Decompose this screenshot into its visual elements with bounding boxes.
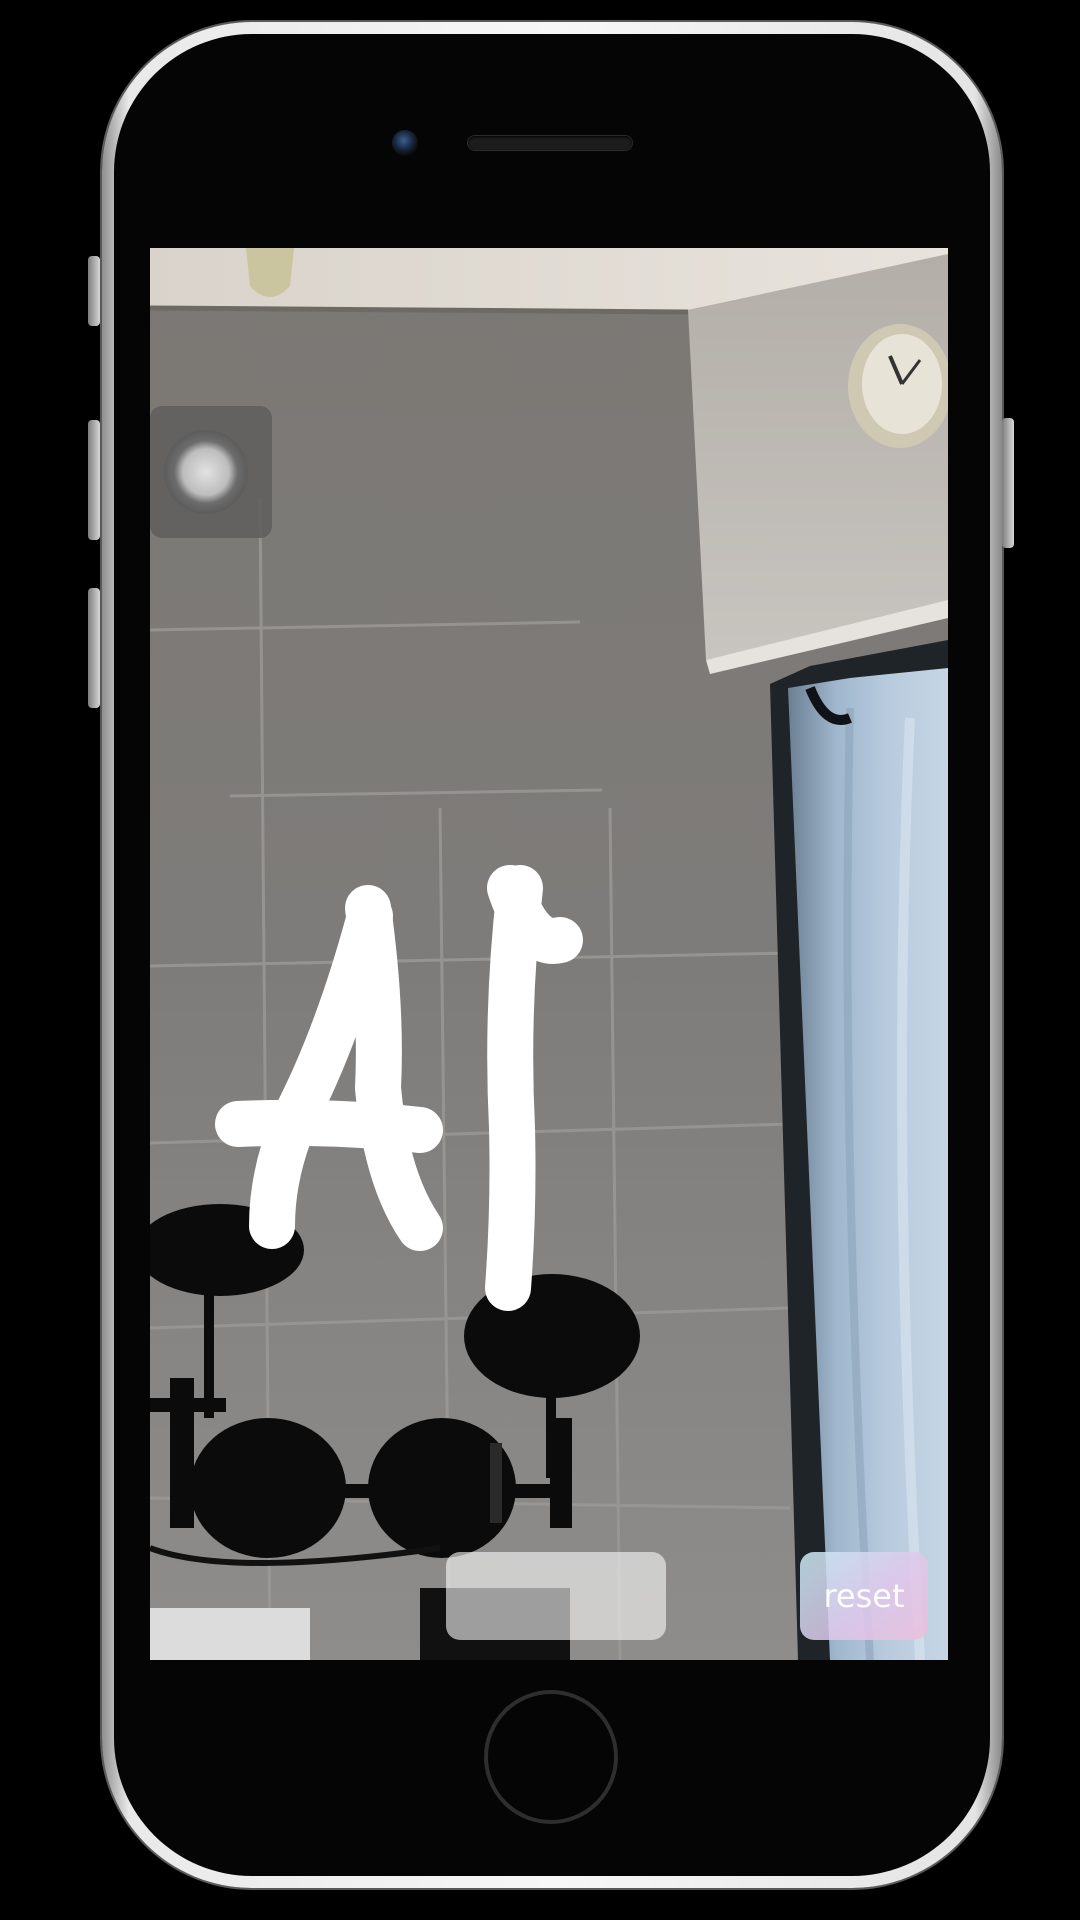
volume-down-button — [88, 588, 100, 708]
wall-vent — [150, 406, 272, 538]
wall-clock — [848, 324, 948, 448]
home-button-icon[interactable] — [484, 1690, 618, 1824]
earpiece-speaker-icon — [468, 136, 632, 150]
capture-button[interactable] — [446, 1552, 666, 1640]
reset-button[interactable]: reset — [800, 1552, 928, 1640]
stage: reset — [0, 0, 1080, 1920]
mute-switch — [88, 256, 100, 326]
shower-curtain — [770, 640, 948, 1660]
camera-view[interactable]: reset — [150, 248, 948, 1660]
power-button — [1002, 418, 1014, 548]
camera-scene — [150, 248, 948, 1660]
front-camera-icon — [392, 130, 418, 156]
right-wall — [688, 254, 948, 660]
volume-up-button — [88, 420, 100, 540]
